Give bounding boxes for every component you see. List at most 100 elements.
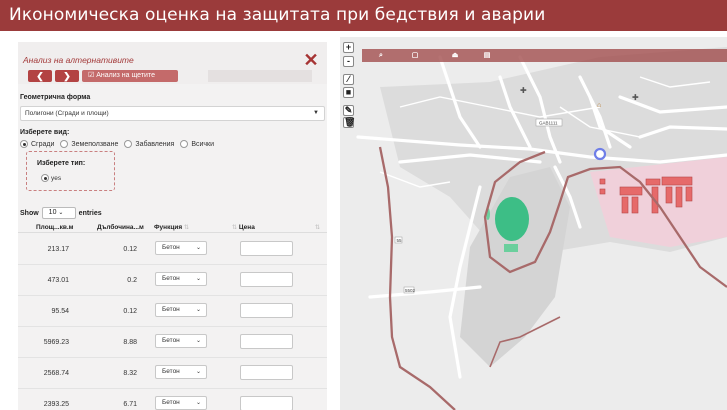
radio-leisure[interactable]: Забавления <box>124 140 174 148</box>
map-view[interactable]: GAB1111 55 5502 ✚ ✚ ⌂ + - ⁄ ■ ✎ 🗑 ⌕ ▢ ⏏ … <box>340 37 727 410</box>
map-toolbar: ⌕ ▢ ⏏ ▤ <box>362 49 727 62</box>
col-area-label: Площ...кв.м <box>36 224 74 231</box>
zoom-in-button[interactable]: + <box>343 42 354 53</box>
cell-area: 95.54 <box>51 308 69 315</box>
table-row: 5969.23 8.88 Бетон ⌄ <box>18 327 327 358</box>
radio-dot <box>20 140 28 148</box>
col-area[interactable]: Площ...кв.м <box>36 224 73 231</box>
table-row: 2568.74 8.32 Бетон ⌄ <box>18 358 327 389</box>
function-select[interactable]: Бетон ⌄ <box>155 303 207 317</box>
col-function-label: Функция <box>154 224 183 231</box>
cell-area: 2568.74 <box>43 370 69 377</box>
prev-button[interactable]: ❮ <box>28 70 52 82</box>
search-icon[interactable]: ⌕ <box>370 51 392 60</box>
zoom-out-button[interactable]: - <box>343 56 354 67</box>
radio-landuse[interactable]: Земеползване <box>60 140 118 148</box>
sort-icon: ⇅ <box>315 225 321 231</box>
sports-field <box>504 244 518 252</box>
price-input[interactable] <box>240 303 293 318</box>
table-row: 2393.25 6.71 Бетон ⌄ <box>18 389 327 410</box>
function-select[interactable]: Бетон ⌄ <box>155 365 207 379</box>
chevron-down-icon: ⌄ <box>58 210 64 216</box>
trash-icon[interactable]: 🗑 <box>343 117 355 128</box>
price-input[interactable] <box>240 396 293 410</box>
page-length-value: 10 <box>48 209 57 216</box>
save-icon[interactable]: ▤ <box>476 51 498 60</box>
geometry-label: Геометрична форма <box>20 94 91 101</box>
cell-depth: 8.32 <box>123 370 137 377</box>
cell-depth: 8.88 <box>123 339 137 346</box>
radio-label: Сгради <box>31 140 55 148</box>
industrial-area <box>590 157 727 247</box>
map-canvas: GAB1111 55 5502 ✚ ✚ ⌂ <box>356 47 727 410</box>
geometry-select-value: Полигони (Сгради и площи) <box>25 110 109 117</box>
chevron-down-icon: ⌄ <box>195 307 201 313</box>
col-price-label: Цена <box>238 224 255 231</box>
svg-text:✚: ✚ <box>632 93 639 102</box>
close-icon[interactable]: ✕ <box>303 51 319 69</box>
panel-header: Анализ на алтернативите ✕ ❮ ❯ ☑ Анализ н… <box>18 42 327 84</box>
page-length-select[interactable]: 10 ⌄ <box>41 207 76 219</box>
cell-depth: 0.12 <box>123 246 137 253</box>
upload-icon[interactable]: ⏏ <box>444 51 466 60</box>
edit-icon[interactable]: ✎ <box>343 105 354 116</box>
draw-line-icon[interactable]: ⁄ <box>343 74 354 85</box>
svg-text:⌂: ⌂ <box>597 102 601 109</box>
app-title: Икономическа оценка на защитата при бедс… <box>0 0 727 31</box>
function-value: Бетон <box>162 399 180 406</box>
radio-buildings[interactable]: Сгради <box>20 140 54 148</box>
route-b-label: 5502 <box>405 288 416 293</box>
choose-view-label: Изберете вид: <box>20 129 70 136</box>
price-input[interactable] <box>240 365 293 380</box>
radio-all[interactable]: Всички <box>180 140 214 148</box>
view-radio-group: Сгради Земеползване Забавления Всички <box>20 140 214 148</box>
radio-dot <box>180 140 189 148</box>
sort-icon: ⇅ <box>183 225 189 231</box>
analyze-damage-button[interactable]: ☑ Анализ на щетите <box>82 70 178 82</box>
table-header: Площ...кв.м Дълбочина...м Функция ⇅ ⇅ Це… <box>18 223 327 233</box>
road-code-label: GAB1111 <box>539 121 558 126</box>
function-select[interactable]: Бетон ⌄ <box>155 334 207 348</box>
panel-title: Анализ на алтернативите <box>23 55 134 65</box>
panel-button-row: ❮ ❯ ☑ Анализ на щетите <box>28 70 178 83</box>
function-value: Бетон <box>162 368 180 375</box>
cell-area: 213.17 <box>47 246 69 253</box>
function-select[interactable]: Бетон ⌄ <box>155 396 207 410</box>
chevron-down-icon: ▼ <box>313 110 319 116</box>
geometry-select[interactable]: Полигони (Сгради и площи) ▼ <box>20 106 325 121</box>
price-input[interactable] <box>240 272 293 287</box>
analysis-panel: Анализ на алтернативите ✕ ❮ ❯ ☑ Анализ н… <box>18 42 327 410</box>
col-function[interactable]: Функция ⇅ <box>154 224 189 231</box>
col-price[interactable]: ⇅ Цена <box>232 224 255 231</box>
col-depth[interactable]: Дълбочина...м <box>97 224 144 231</box>
svg-text:✚: ✚ <box>520 86 527 95</box>
cell-depth: 0.12 <box>123 308 137 315</box>
function-value: Бетон <box>162 275 180 282</box>
price-input[interactable] <box>240 334 293 349</box>
radio-label: Всички <box>191 140 215 148</box>
function-value: Бетон <box>162 337 180 344</box>
chevron-down-icon: ⌄ <box>195 338 201 344</box>
price-input[interactable] <box>240 241 293 256</box>
chevron-down-icon: ⌄ <box>195 245 201 251</box>
function-select[interactable]: Бетон ⌄ <box>155 272 207 286</box>
show-label: Show <box>20 209 39 217</box>
radio-label: Земеползване <box>71 140 119 148</box>
type-box: Изберете тип: yes <box>26 151 115 191</box>
next-button[interactable]: ❯ <box>55 70 79 82</box>
table-row: 213.17 0.12 Бетон ⌄ <box>18 234 327 265</box>
draw-polygon-icon[interactable]: ■ <box>343 87 354 98</box>
layers-icon[interactable]: ▢ <box>404 51 426 60</box>
radio-dot <box>41 174 49 182</box>
table-row: 95.54 0.12 Бетон ⌄ <box>18 296 327 327</box>
function-value: Бетон <box>162 244 180 251</box>
cell-area: 2393.25 <box>43 401 69 408</box>
type-option-yes[interactable]: yes <box>41 174 61 182</box>
col-depth-label: Дълбочина...м <box>97 224 144 231</box>
sort-icon: ⇅ <box>232 225 238 231</box>
cell-depth: 6.71 <box>123 401 137 408</box>
type-option-label: yes <box>51 174 62 182</box>
radio-dot <box>60 140 69 148</box>
location-marker-icon[interactable] <box>593 147 607 161</box>
function-select[interactable]: Бетон ⌄ <box>155 241 207 255</box>
